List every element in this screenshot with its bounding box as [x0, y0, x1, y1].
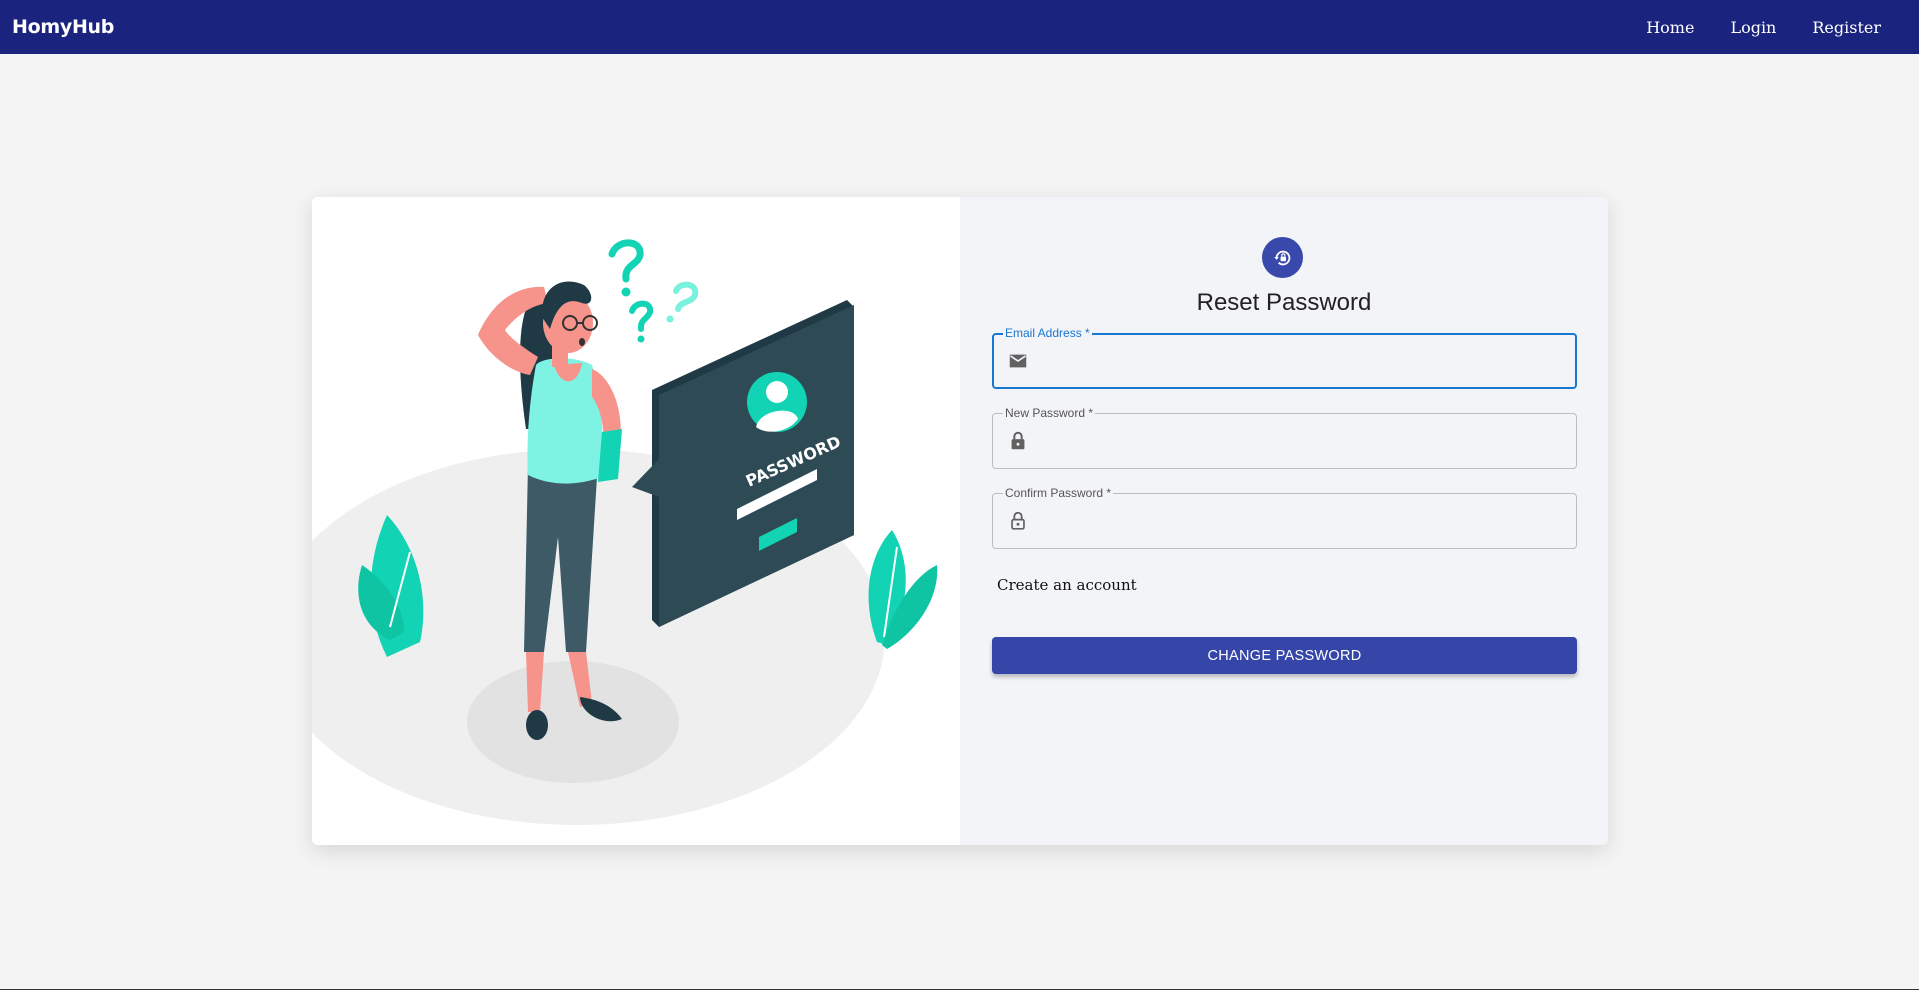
- reset-password-card: PASSWORD Reset Password Email Address * …: [312, 197, 1608, 845]
- new-password-input[interactable]: [1041, 414, 1561, 468]
- forgot-password-illustration: PASSWORD: [312, 239, 938, 825]
- plant-right-icon: [868, 530, 938, 649]
- nav-home-link[interactable]: Home: [1628, 18, 1712, 37]
- form-panel: Reset Password Email Address * New Passw…: [960, 197, 1608, 845]
- lock-reset-icon: [1262, 237, 1303, 278]
- mail-icon: [1007, 350, 1029, 372]
- confirm-password-input[interactable]: [1041, 494, 1561, 548]
- email-field[interactable]: Email Address *: [992, 326, 1577, 389]
- lock-open-icon: [1007, 510, 1029, 532]
- nav-register-link[interactable]: Register: [1794, 18, 1907, 37]
- new-password-field[interactable]: New Password *: [992, 406, 1577, 469]
- email-input[interactable]: [1042, 335, 1562, 387]
- create-account-link[interactable]: Create an account: [997, 576, 1137, 594]
- app-bar: HomyHub Home Login Register: [0, 0, 1919, 54]
- nav-login-link[interactable]: Login: [1712, 18, 1794, 37]
- question-marks-icon: [608, 239, 699, 343]
- brand-logo[interactable]: HomyHub: [12, 16, 114, 38]
- lock-icon: [1007, 430, 1029, 452]
- illustration-panel: PASSWORD: [312, 197, 960, 845]
- change-password-button[interactable]: CHANGE PASSWORD: [992, 637, 1577, 674]
- page-title: Reset Password: [1196, 289, 1372, 316]
- confirm-password-field[interactable]: Confirm Password *: [992, 486, 1577, 549]
- top-nav: Home Login Register: [1628, 18, 1907, 37]
